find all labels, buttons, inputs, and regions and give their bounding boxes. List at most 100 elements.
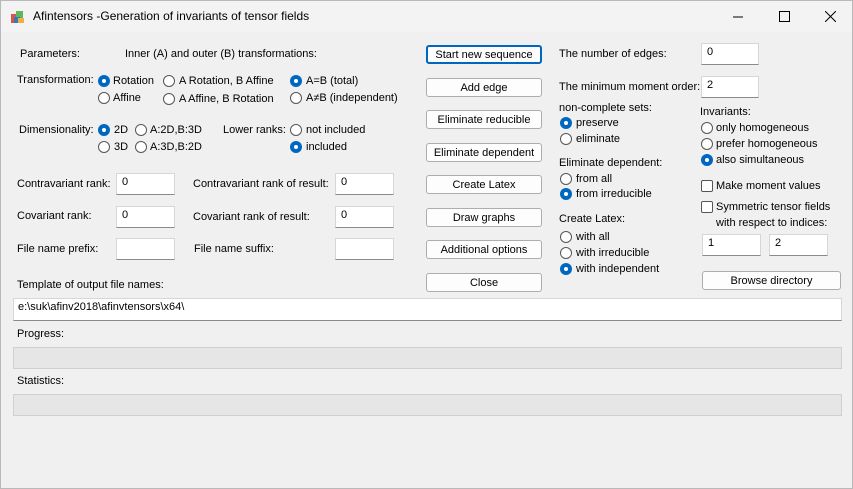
a-rotation-b-affine-label: A Rotation, B Affine [179,75,274,87]
from-irreducible-radio[interactable] [560,188,572,200]
affine-label: Affine [113,92,141,104]
also-simultaneous-radio[interactable] [701,154,713,166]
maximize-icon [778,11,790,22]
invariants-label: Invariants: [700,106,751,118]
dim-2d-label: 2D [114,124,129,136]
rotation-radio[interactable] [98,75,110,87]
transformations-heading: Inner (A) and outer (B) transformations: [125,48,317,60]
not-included-label: not included [306,124,366,136]
a-not-equal-b-radio[interactable] [290,92,302,104]
browse-directory-button[interactable]: Browse directory [702,271,841,290]
elim-dep-label: Eliminate dependent: [559,157,663,169]
prefix-label: File name prefix: [17,243,99,255]
contravariant-result-input[interactable]: 0 [335,173,394,195]
window-title: Afintensors -Generation of invariants of… [33,9,310,23]
parameters-label: Parameters: [20,48,80,60]
template-input[interactable]: e:\suk\afinv2018\afinvtensors\x64\ [13,298,842,321]
a-equals-b-label: A=B (total) [306,75,359,87]
eliminate-radio[interactable] [560,133,572,145]
covariant-result-label: Covariant rank of result: [193,211,310,223]
with-irreducible-label: with irreducible [576,247,650,259]
not-included-radio[interactable] [290,124,302,136]
with-all-label: with all [576,231,610,243]
from-all-radio[interactable] [560,173,572,185]
covariant-rank-input[interactable]: 0 [116,206,175,228]
statistics-bar [13,394,842,416]
covariant-result-input[interactable]: 0 [335,206,394,228]
dim-a2-b3-radio[interactable] [135,124,147,136]
create-latex-button[interactable]: Create Latex [426,175,542,194]
included-label: included [306,141,347,153]
index2-input[interactable]: 2 [769,234,828,256]
template-label: Template of output file names: [17,279,164,291]
contravariant-rank-label: Contravariant rank: [17,178,111,190]
index1-input[interactable]: 1 [702,234,761,256]
title-bar: Afintensors -Generation of invariants of… [1,1,852,32]
also-simultaneous-label: also simultaneous [716,154,805,166]
dim-3d-radio[interactable] [98,141,110,153]
from-irreducible-label: from irreducible [576,188,652,200]
maximize-button[interactable] [761,1,807,32]
min-moment-input[interactable]: 2 [701,76,759,98]
with-all-radio[interactable] [560,231,572,243]
a-affine-b-rotation-label: A Affine, B Rotation [179,93,274,105]
a-not-equal-b-label: A≠B (independent) [306,92,398,104]
only-homogeneous-label: only homogeneous [716,122,809,134]
lower-ranks-label: Lower ranks: [223,124,286,136]
close-button[interactable]: Close [426,273,542,292]
with-independent-radio[interactable] [560,263,572,275]
main-window: Afintensors -Generation of invariants of… [0,0,853,489]
make-moment-label: Make moment values [716,180,821,192]
close-icon [824,11,836,22]
edges-label: The number of edges: [559,48,667,60]
transformation-label: Transformation: [17,74,94,86]
minimize-icon [732,16,743,18]
a-rotation-b-affine-radio[interactable] [163,75,175,87]
only-homogeneous-radio[interactable] [701,122,713,134]
symmetric-label-line2: with respect to indices: [716,217,828,229]
edges-input[interactable]: 0 [701,43,759,65]
suffix-input[interactable] [335,238,394,260]
covariant-rank-label: Covariant rank: [17,210,92,222]
preserve-label: preserve [576,117,619,129]
rotation-label: Rotation [113,75,154,87]
preserve-radio[interactable] [560,117,572,129]
eliminate-dependent-button[interactable]: Eliminate dependent [426,143,542,162]
app-icon [11,11,24,23]
with-irreducible-radio[interactable] [560,247,572,259]
close-window-button[interactable] [807,1,853,32]
dim-2d-radio[interactable] [98,124,110,136]
included-radio[interactable] [290,141,302,153]
a-affine-b-rotation-radio[interactable] [163,93,175,105]
make-moment-checkbox[interactable] [701,180,713,192]
progress-label: Progress: [17,328,65,340]
prefer-homogeneous-label: prefer homogeneous [716,138,818,150]
draw-graphs-button[interactable]: Draw graphs [426,208,542,227]
statistics-label: Statistics: [17,375,65,387]
min-moment-label: The minimum moment order: [559,81,701,93]
prefix-input[interactable] [116,238,175,260]
dim-a3-b2-label: A:3D,B:2D [150,141,202,153]
from-all-label: from all [576,173,613,185]
start-new-sequence-button[interactable]: Start new sequence [426,45,542,64]
contravariant-result-label: Contravariant rank of result: [193,178,329,190]
dim-a3-b2-radio[interactable] [135,141,147,153]
contravariant-rank-input[interactable]: 0 [116,173,175,195]
minimize-button[interactable] [715,1,761,32]
dimensionality-label: Dimensionality: [19,124,94,136]
eliminate-reducible-button[interactable]: Eliminate reducible [426,110,542,129]
eliminate-label: eliminate [576,133,621,145]
a-equals-b-radio[interactable] [290,75,302,87]
suffix-label: File name suffix: [194,243,274,255]
affine-radio[interactable] [98,92,110,104]
add-edge-button[interactable]: Add edge [426,78,542,97]
additional-options-button[interactable]: Additional options [426,240,542,259]
progress-bar [13,347,842,369]
noncomplete-label: non-complete sets: [559,102,652,114]
prefer-homogeneous-radio[interactable] [701,138,713,150]
create-latex-label: Create Latex: [559,213,626,225]
symmetric-checkbox[interactable] [701,201,713,213]
with-independent-label: with independent [576,263,660,275]
dim-3d-label: 3D [114,141,129,153]
symmetric-label-line1: Symmetric tensor fields [716,201,831,213]
